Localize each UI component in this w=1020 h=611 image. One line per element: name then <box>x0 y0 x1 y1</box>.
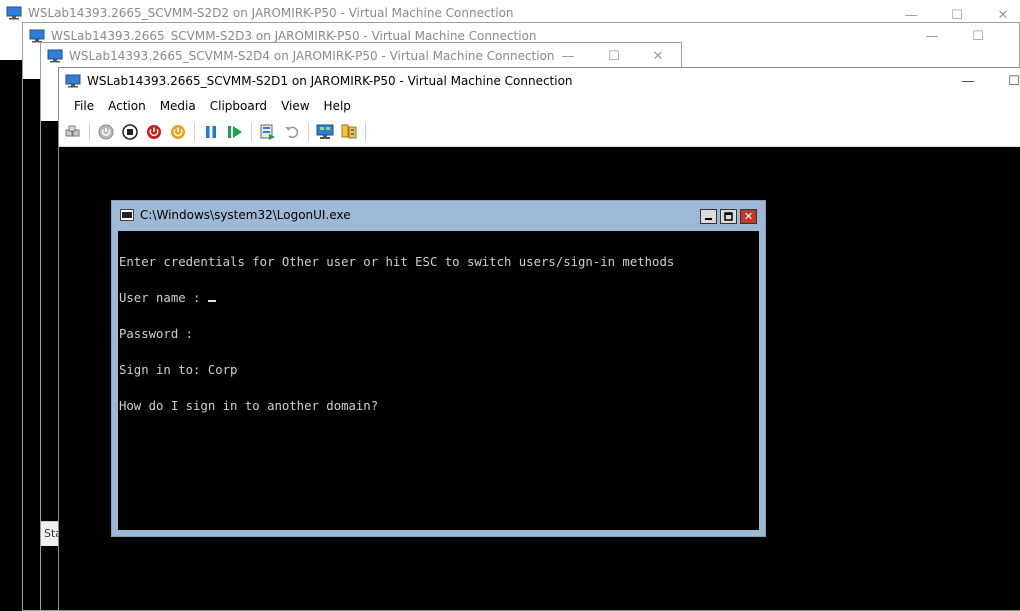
maximize-button[interactable]: ☐ <box>591 43 637 69</box>
menu-file[interactable]: File <box>67 94 101 118</box>
username-prompt: User name : <box>119 291 208 305</box>
vm-connection-icon <box>29 29 45 43</box>
console-line-username[interactable]: User name : <box>119 292 759 304</box>
vm-connection-icon <box>6 6 22 20</box>
toolbar-separator <box>89 123 90 141</box>
logonui-console-window[interactable]: C:\Windows\system32\LogonUI.exe ✕ Enter … <box>111 200 766 537</box>
toolbar-separator <box>194 123 195 141</box>
vm-screen[interactable]: C:\Windows\system32\LogonUI.exe ✕ Enter … <box>59 147 1020 610</box>
menu-view[interactable]: View <box>274 94 316 118</box>
menu-clipboard[interactable]: Clipboard <box>203 94 274 118</box>
console-line: Password : <box>119 327 194 341</box>
console-window-icon <box>120 209 134 221</box>
ctrl-alt-del-icon[interactable] <box>63 122 83 142</box>
pause-icon[interactable] <box>201 122 221 142</box>
minimize-button[interactable]: — <box>909 23 955 49</box>
maximize-button[interactable]: ☐ <box>955 23 1001 49</box>
vm-window-s2d1[interactable]: WSLab14393.2665_SCVMM-S2D1 on JAROMIRK-P… <box>58 67 1020 611</box>
resume-icon[interactable] <box>225 122 245 142</box>
turn-off-icon[interactable] <box>120 122 140 142</box>
text-cursor <box>207 300 216 302</box>
enhanced-session-icon[interactable] <box>315 122 335 142</box>
toolbar-separator <box>308 123 309 141</box>
share-icon[interactable] <box>339 122 359 142</box>
menu-action[interactable]: Action <box>101 94 153 118</box>
vm-connection-icon <box>65 74 81 88</box>
vm-screen-s2d2 <box>0 60 22 611</box>
console-line: Enter credentials for Other user or hit … <box>119 255 675 269</box>
console-title: C:\Windows\system32\LogonUI.exe <box>140 208 351 222</box>
close-button[interactable]: ✕ <box>635 43 681 69</box>
start-icon[interactable] <box>96 122 116 142</box>
titlebar-s2d1[interactable]: WSLab14393.2665_SCVMM-S2D1 on JAROMIRK-P… <box>59 68 1020 94</box>
vm-screen-s2d4-lower <box>41 546 59 610</box>
console-output[interactable]: Enter credentials for Other user or hit … <box>118 231 759 530</box>
minimize-button[interactable]: — <box>945 68 991 94</box>
console-maximize-button[interactable] <box>720 209 737 224</box>
menu-file-peek[interactable]: F <box>22 36 23 50</box>
window-title: WSLab14393.2665_SCVMM-S2D1 on JAROMIRK-P… <box>87 74 573 88</box>
toolbar-separator <box>251 123 252 141</box>
toolbar-separator <box>365 123 366 141</box>
vm-screen-s2d4 <box>41 121 59 531</box>
toolbar <box>59 118 1020 147</box>
window-title: WSLab14393.2665_SCVMM-S2D3 on JAROMIRK-P… <box>51 29 537 43</box>
maximize-button[interactable]: ☐ <box>991 68 1020 94</box>
window-title: WSLab14393.2665_SCVMM-S2D2 on JAROMIRK-P… <box>28 6 514 20</box>
console-minimize-button[interactable] <box>700 209 717 224</box>
revert-icon[interactable] <box>282 122 302 142</box>
console-titlebar[interactable]: C:\Windows\system32\LogonUI.exe <box>112 201 765 229</box>
menu-media[interactable]: Media <box>153 94 203 118</box>
console-close-button[interactable]: ✕ <box>740 209 757 224</box>
shutdown-icon[interactable] <box>144 122 164 142</box>
power-icon[interactable] <box>168 122 188 142</box>
vm-connection-icon <box>47 49 63 63</box>
console-line-link[interactable]: How do I sign in to another domain? <box>119 400 759 412</box>
checkpoint-icon[interactable] <box>258 122 278 142</box>
menu-help[interactable]: Help <box>317 94 358 118</box>
window-title: WSLab14393.2665_SCVMM-S2D4 on JAROMIRK-P… <box>69 49 555 63</box>
status-bar: Sta <box>41 521 62 546</box>
minimize-button[interactable]: — <box>545 43 591 69</box>
menu-bar: File Action Media Clipboard View Help <box>59 94 1020 118</box>
console-window-buttons: ✕ <box>697 209 757 224</box>
console-line: Sign in to: Corp <box>119 363 238 377</box>
